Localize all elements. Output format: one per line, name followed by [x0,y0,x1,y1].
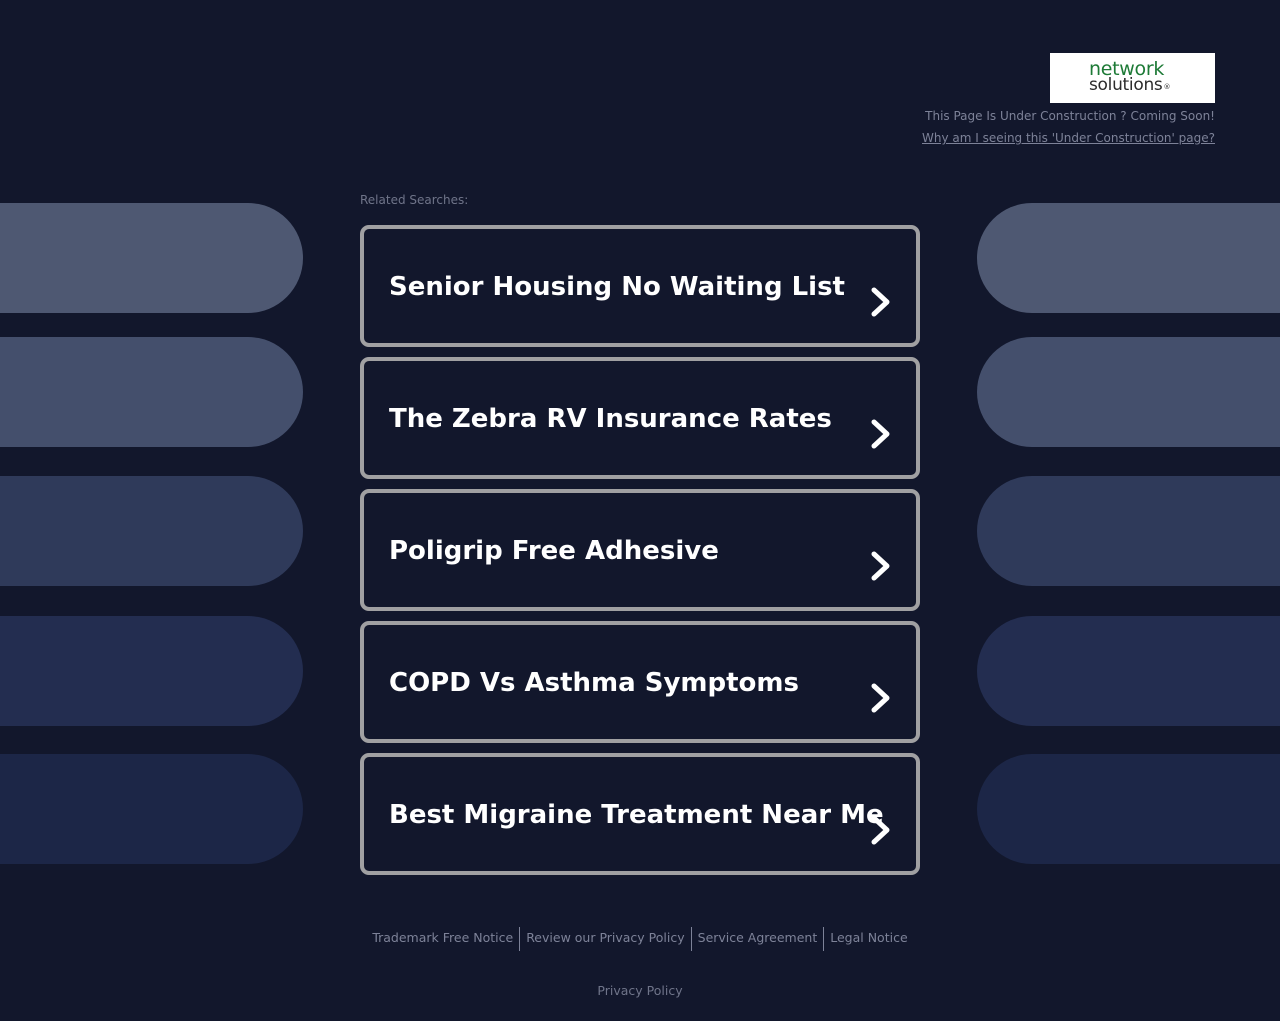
chevron-right-icon [871,551,890,581]
chevron-right-icon [871,815,890,845]
network-solutions-logo[interactable]: network solutions® [1050,53,1215,103]
logo-registered-mark: ® [1163,83,1171,91]
decor-pill-left-2 [0,337,303,447]
related-search-item[interactable]: Poligrip Free Adhesive [360,489,920,611]
decor-pill-left-5 [0,754,303,864]
why-under-construction-link[interactable]: Why am I seeing this 'Under Construction… [922,131,1215,145]
under-construction-text: This Page Is Under Construction ? Coming… [925,109,1215,123]
related-searches-label: Related Searches: [360,193,469,207]
footer-divider [690,926,692,951]
related-search-label: Senior Housing No Waiting List [389,272,845,302]
chevron-right-icon [871,287,890,317]
page: network solutions® This Page Is Under Co… [0,0,1280,1021]
decor-pill-right-3 [977,476,1280,586]
related-search-item[interactable]: Senior Housing No Waiting List [360,225,920,347]
decor-pill-right-2 [977,337,1280,447]
decor-pill-left-3 [0,476,303,586]
related-search-item[interactable]: The Zebra RV Insurance Rates [360,357,920,479]
related-search-label: Best Migraine Treatment Near Me [389,800,884,830]
chevron-right-icon [871,419,890,449]
related-search-label: The Zebra RV Insurance Rates [389,404,832,434]
chevron-right-icon [871,683,890,713]
legal-notice-link[interactable]: Legal Notice [827,926,910,949]
logo-line-2: solutions® [1089,77,1215,96]
logo-line-2-text: solutions [1089,75,1163,95]
related-search-label: Poligrip Free Adhesive [389,536,719,566]
related-search-label: COPD Vs Asthma Symptoms [389,668,799,698]
decor-pill-right-1 [977,203,1280,313]
privacy-policy-link[interactable]: Privacy Policy [0,983,1280,998]
decor-pill-right-4 [977,616,1280,726]
related-searches-list: Senior Housing No Waiting List The Zebra… [360,225,920,885]
footer-divider [519,926,521,951]
service-agreement-link[interactable]: Service Agreement [695,926,821,949]
footer-divider [823,926,825,951]
trademark-free-notice-link[interactable]: Trademark Free Notice [369,926,516,949]
decor-pill-right-5 [977,754,1280,864]
decor-pill-left-4 [0,616,303,726]
privacy-policy-review-link[interactable]: Review our Privacy Policy [523,926,687,949]
related-search-item[interactable]: COPD Vs Asthma Symptoms [360,621,920,743]
related-search-item[interactable]: Best Migraine Treatment Near Me [360,753,920,875]
decor-pill-left-1 [0,203,303,313]
footer-links: Trademark Free Notice Review our Privacy … [0,926,1280,951]
